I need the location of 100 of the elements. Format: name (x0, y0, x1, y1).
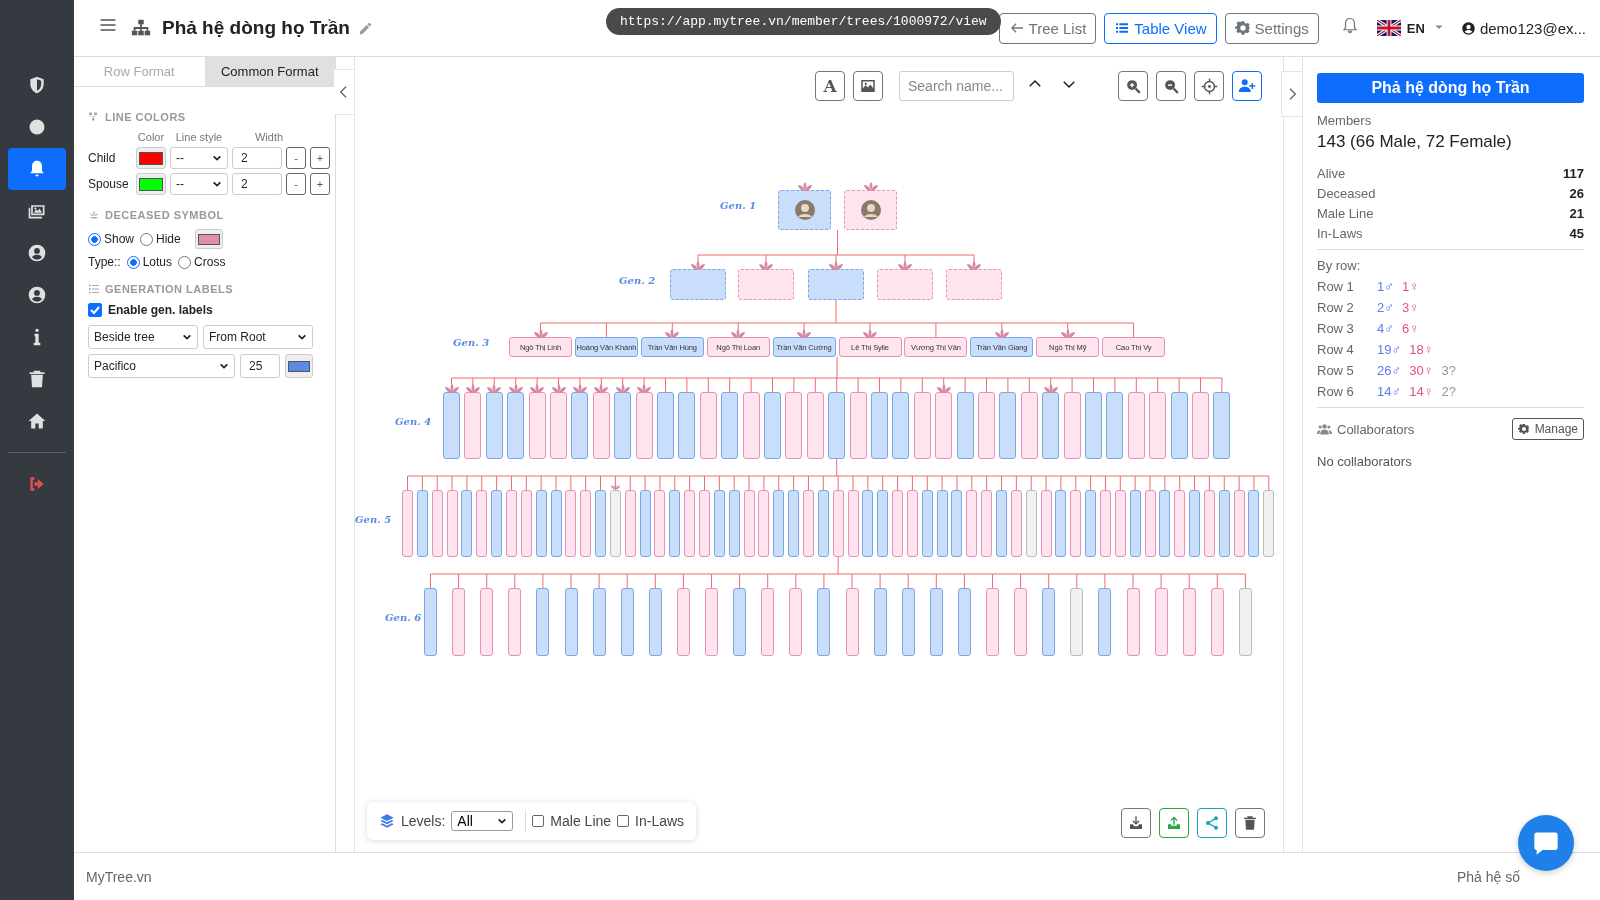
person-node[interactable] (678, 392, 696, 459)
person-node[interactable] (1174, 490, 1186, 557)
person-node[interactable] (670, 269, 726, 300)
person-node[interactable] (535, 490, 547, 557)
person-node[interactable] (565, 490, 577, 557)
font-button[interactable]: A (815, 71, 845, 101)
person-node[interactable] (913, 392, 931, 459)
person-node[interactable] (999, 392, 1017, 459)
tree-name-button[interactable]: Phả hệ dòng họ Trần (1317, 73, 1584, 103)
collapse-right-button[interactable] (1281, 71, 1303, 117)
person-node[interactable] (620, 588, 634, 656)
person-node[interactable] (877, 269, 933, 300)
person-node[interactable] (764, 392, 781, 459)
person-node[interactable] (609, 490, 621, 557)
person-node[interactable] (1085, 392, 1102, 459)
person-node[interactable] (761, 588, 775, 656)
person-node[interactable] (978, 392, 995, 459)
person-node[interactable] (1070, 490, 1082, 557)
person-node[interactable] (461, 490, 473, 557)
person-node[interactable] (956, 392, 974, 459)
person-node[interactable] (491, 490, 503, 557)
person-node[interactable] (614, 392, 632, 459)
person-node[interactable] (452, 588, 466, 656)
panel-tab[interactable]: Common Format (204, 57, 335, 87)
image-button[interactable] (853, 71, 883, 101)
minus-button[interactable]: - (286, 147, 306, 169)
person-node[interactable] (624, 490, 636, 557)
person-node[interactable] (929, 588, 943, 656)
levels-select[interactable]: All (451, 811, 514, 831)
download-button[interactable] (1121, 808, 1151, 838)
numbering-select[interactable]: From Root (203, 325, 313, 349)
person-node[interactable] (1210, 588, 1224, 656)
radio-button[interactable] (88, 232, 101, 246)
person-node[interactable] (520, 490, 532, 557)
person-node[interactable] (921, 490, 933, 557)
person-node[interactable] (1149, 392, 1167, 459)
person-node[interactable] (946, 269, 1002, 300)
person-node[interactable] (639, 490, 651, 557)
person-node[interactable] (1040, 490, 1052, 557)
person-node[interactable] (1189, 490, 1201, 557)
person-node[interactable] (738, 269, 794, 300)
person-node[interactable] (1203, 490, 1215, 557)
size-input[interactable]: 25 (240, 354, 280, 378)
share-button[interactable] (1197, 808, 1227, 838)
person-node[interactable] (705, 588, 718, 656)
person-node[interactable] (699, 392, 717, 459)
person-node[interactable] (676, 588, 690, 656)
person-node[interactable] (416, 490, 428, 557)
person-node[interactable] (485, 392, 503, 459)
person-node[interactable] (936, 490, 948, 557)
position-select[interactable]: Beside tree (88, 325, 198, 349)
checkbox[interactable] (532, 815, 545, 827)
plus-button[interactable]: + (310, 173, 330, 195)
font-select[interactable]: Pacifico (88, 354, 235, 378)
person-node[interactable] (1182, 588, 1196, 656)
person-node[interactable] (847, 490, 859, 557)
person-node[interactable] (877, 490, 889, 557)
person-node[interactable] (778, 190, 831, 230)
manage-button[interactable]: Manage (1511, 418, 1584, 440)
person-node[interactable] (1020, 392, 1038, 459)
person-node[interactable] (402, 490, 413, 557)
person-node[interactable] (996, 490, 1007, 557)
person-node[interactable] (1248, 490, 1260, 557)
person-node[interactable] (1213, 392, 1231, 459)
zoom-in-button[interactable] (1118, 71, 1148, 101)
color-swatch[interactable] (285, 354, 313, 378)
person-node[interactable] (951, 490, 963, 557)
person-node[interactable] (595, 490, 607, 557)
person-node[interactable] (684, 490, 696, 557)
person-node[interactable] (635, 392, 653, 459)
person-node[interactable] (669, 490, 681, 557)
person-node[interactable] (508, 588, 522, 656)
header-button[interactable]: Tree List (998, 12, 1097, 44)
plus-button[interactable]: + (310, 147, 330, 169)
person-node[interactable] (743, 490, 755, 557)
line-style-select[interactable]: -- (170, 173, 228, 195)
collapse-left-button[interactable] (334, 69, 355, 115)
person-node[interactable] (1127, 392, 1145, 459)
person-node[interactable] (808, 269, 864, 300)
person-node[interactable] (480, 588, 494, 656)
person-node[interactable] (817, 588, 831, 656)
person-node[interactable] (528, 392, 546, 459)
person-node[interactable] (564, 588, 578, 656)
person-node[interactable] (1098, 588, 1112, 656)
person-node[interactable] (592, 392, 610, 459)
person-node[interactable] (550, 392, 567, 459)
width-input[interactable]: 2 (232, 173, 282, 195)
person-node[interactable] (1154, 588, 1168, 656)
person-node[interactable] (802, 490, 814, 557)
person-node[interactable] (1170, 392, 1188, 459)
person-node[interactable] (431, 490, 443, 557)
person-node[interactable] (536, 588, 550, 656)
person-node[interactable] (657, 392, 674, 459)
person-node[interactable] (1099, 490, 1111, 557)
width-input[interactable]: 2 (232, 147, 282, 169)
person-node[interactable] (871, 392, 888, 459)
person-node[interactable] (892, 392, 910, 459)
person-node[interactable] (1042, 392, 1060, 459)
language-label[interactable]: EN (1406, 20, 1425, 36)
center-button[interactable] (1194, 71, 1224, 101)
